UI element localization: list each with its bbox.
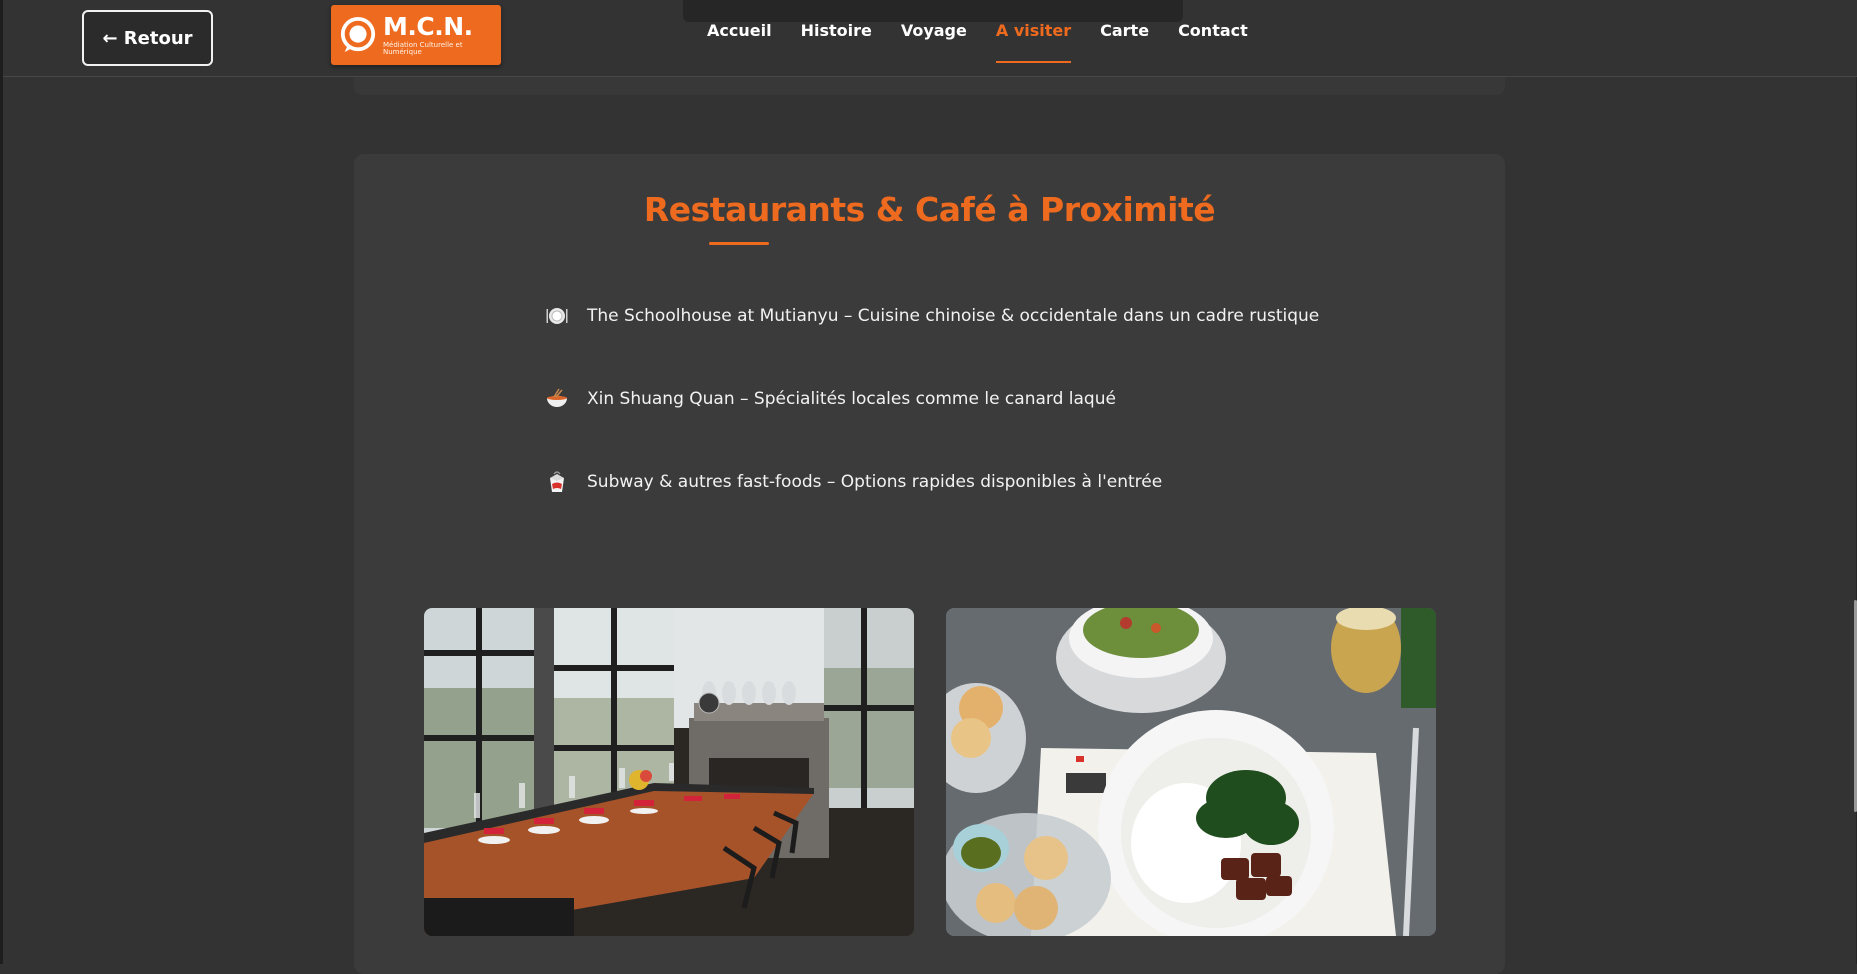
- nav-item-carte[interactable]: Carte: [1100, 19, 1149, 55]
- nav-item-voyage[interactable]: Voyage: [901, 19, 967, 55]
- section-title: Restaurants & Café à Proximité: [643, 190, 1216, 229]
- list-item-text: Subway & autres fast-foods – Options rap…: [587, 472, 1163, 492]
- schoolhouse-dining-room-photo: [424, 608, 914, 936]
- site-header: ← Retour M.C.N. Médiation Culturelle et …: [3, 0, 1857, 77]
- logo-text: M.C.N. Médiation Culturelle et Numérique: [383, 14, 501, 56]
- previous-section-card: [354, 77, 1505, 95]
- logo-title: M.C.N.: [383, 12, 473, 41]
- back-button[interactable]: ← Retour: [82, 10, 213, 66]
- list-item: The Schoolhouse at Mutianyu – Cuisine ch…: [545, 304, 1319, 328]
- speech-bubble-logo-icon: [340, 16, 376, 53]
- list-item-text: The Schoolhouse at Mutianyu – Cuisine ch…: [587, 306, 1320, 326]
- window-left-edge: [0, 0, 3, 964]
- list-item: Subway & autres fast-foods – Options rap…: [545, 470, 1162, 494]
- site-logo[interactable]: M.C.N. Médiation Culturelle et Numérique: [331, 5, 501, 65]
- nav-item-a-visiter[interactable]: A visiter: [995, 19, 1072, 63]
- list-item: Xin Shuang Quan – Spécialités locales co…: [545, 387, 1116, 411]
- nav-item-contact[interactable]: Contact: [1178, 19, 1248, 55]
- nav-item-accueil[interactable]: Accueil: [707, 19, 772, 55]
- title-underline: [709, 242, 769, 245]
- local-dish-photo: [946, 608, 1436, 936]
- plate-cutlery-icon: [546, 308, 568, 324]
- main-nav: Accueil Histoire Voyage A visiter Carte …: [707, 19, 1277, 63]
- logo-subtitle: Médiation Culturelle et Numérique: [383, 41, 463, 56]
- nav-item-histoire[interactable]: Histoire: [801, 19, 872, 55]
- takeout-box-icon: [550, 471, 564, 492]
- list-item-text: Xin Shuang Quan – Spécialités locales co…: [587, 389, 1116, 409]
- noodle-bowl-icon: [547, 388, 567, 407]
- restaurants-section-card: Restaurants & Café à Proximité The Schoo…: [354, 154, 1505, 974]
